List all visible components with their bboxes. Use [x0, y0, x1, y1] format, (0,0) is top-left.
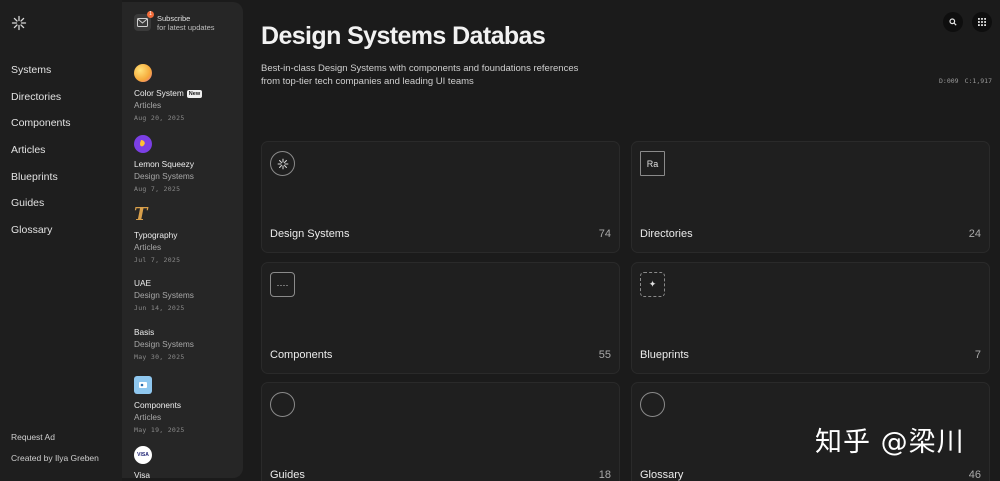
search-icon	[949, 18, 957, 26]
watermark-text: 知乎 @梁川	[815, 427, 965, 458]
nav-item-directories[interactable]: Directories	[11, 91, 71, 118]
grid-menu-button[interactable]	[972, 12, 992, 32]
stats-counter: D:009 C:1,917	[939, 77, 992, 85]
circle-icon	[270, 392, 295, 417]
nav-item-glossary[interactable]: Glossary	[11, 224, 71, 251]
card-directories[interactable]: Ra Directories 24	[631, 141, 990, 253]
card-design-systems[interactable]: Design Systems 74	[261, 141, 620, 253]
dots-icon: ····	[270, 272, 295, 297]
asterisk-icon	[270, 151, 295, 176]
feed-item-visa[interactable]: VISA Visa	[134, 446, 238, 478]
request-ad-link[interactable]: Request Ad	[11, 432, 55, 442]
subscribe-text: Subscribe for latest updates	[157, 14, 215, 32]
visa-icon: VISA	[134, 446, 152, 464]
typography-t-icon: T	[134, 204, 148, 225]
color-blob-icon	[134, 64, 152, 82]
new-badge: New	[186, 89, 203, 98]
card-components[interactable]: ···· Components 55	[261, 262, 620, 374]
search-button[interactable]	[943, 12, 963, 32]
nav-item-guides[interactable]: Guides	[11, 197, 71, 224]
nav-item-articles[interactable]: Articles	[11, 144, 71, 171]
page-description: Best-in-class Design Systems with compon…	[261, 63, 579, 87]
nav-item-blueprints[interactable]: Blueprints	[11, 171, 71, 198]
lemon-squeezy-icon	[134, 135, 152, 153]
page-title: Design Systems Databas	[261, 22, 546, 50]
feed-item-components[interactable]: Components Articles May 19, 2025	[134, 376, 238, 434]
feed-item-typography[interactable]: T Typography Articles Jul 7, 2025	[134, 204, 238, 265]
text-frame-icon: Ra	[640, 151, 665, 176]
nav-menu: Systems Directories Components Articles …	[11, 64, 71, 251]
subscribe-button[interactable]: 1 Subscribe for latest updates	[134, 11, 215, 32]
feed-item-uae[interactable]: UAE Design Systems Jun 14, 2025	[134, 278, 238, 312]
nav-item-components[interactable]: Components	[11, 117, 71, 144]
updates-feed: 1 Subscribe for latest updates Color Sys…	[122, 2, 243, 478]
grid-icon	[978, 18, 986, 26]
left-nav: Systems Directories Components Articles …	[0, 0, 122, 481]
components-card-icon	[134, 376, 152, 394]
feed-item-color-system[interactable]: Color System New Articles Aug 20, 2025	[134, 64, 238, 122]
feed-item-basis[interactable]: Basis Design Systems May 30, 2025	[134, 327, 238, 361]
card-blueprints[interactable]: ✦ Blueprints 7	[631, 262, 990, 374]
nav-item-systems[interactable]: Systems	[11, 64, 71, 91]
mail-icon: 1	[134, 11, 154, 31]
notification-badge: 1	[147, 11, 154, 18]
sparkle-icon: ✦	[640, 272, 665, 297]
created-by-link[interactable]: Created by Ilya Greben	[11, 453, 99, 463]
card-guides[interactable]: Guides 18	[261, 382, 620, 481]
feed-item-lemon-squeezy[interactable]: Lemon Squeezy Design Systems Aug 7, 2025	[134, 135, 238, 193]
circle-icon	[640, 392, 665, 417]
logo-asterisk-icon[interactable]	[11, 15, 27, 31]
